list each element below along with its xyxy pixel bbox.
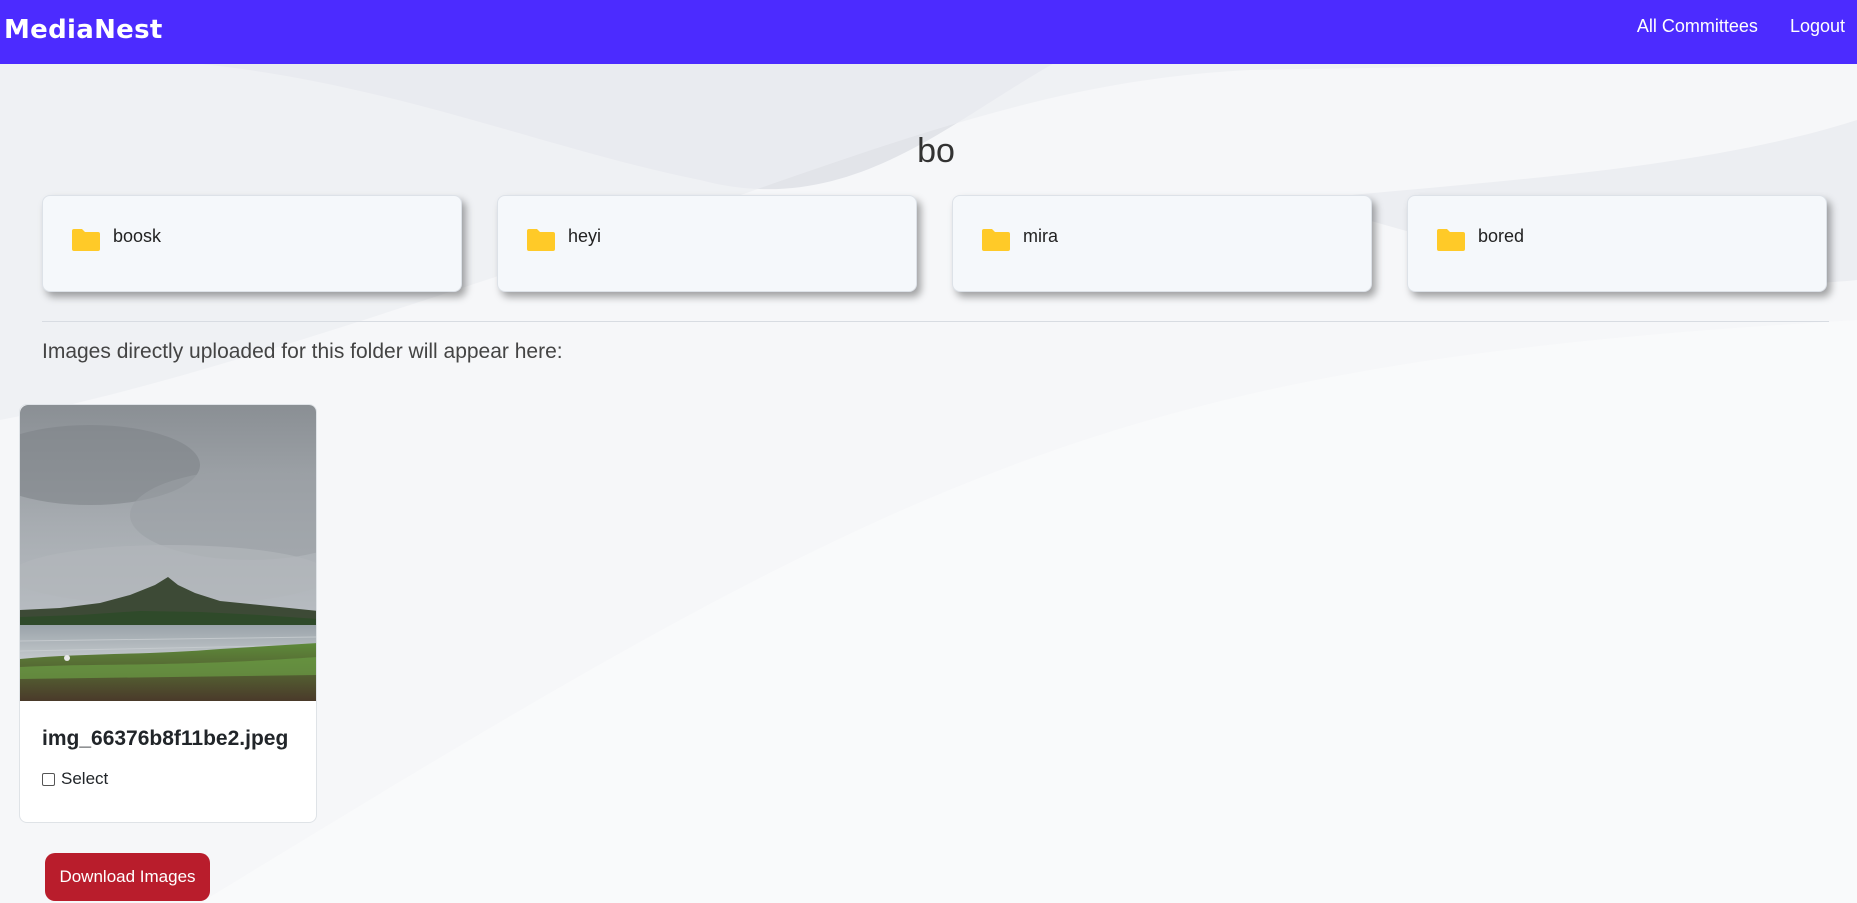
- section-divider: [42, 321, 1829, 322]
- subfolder-card-mira[interactable]: mira: [952, 195, 1372, 292]
- select-checkbox[interactable]: [42, 772, 55, 786]
- top-navbar: MediaNest All Committees Logout: [0, 0, 1857, 64]
- folder-icon: [1437, 229, 1465, 251]
- image-thumbnail[interactable]: [20, 405, 317, 701]
- subfolder-card-boosk[interactable]: boosk: [42, 195, 462, 292]
- subfolder-label: heyi: [568, 226, 602, 246]
- brand-logo[interactable]: MediaNest: [4, 15, 163, 45]
- nav-all-committees-link[interactable]: All Committees: [1637, 16, 1758, 37]
- select-label: Select: [61, 769, 109, 788]
- image-card: img_66376b8f11be2.jpeg Select: [19, 404, 317, 823]
- uploaded-images-note: Images directly uploaded for this folder…: [42, 340, 563, 363]
- subfolder-card-heyi[interactable]: heyi: [497, 195, 917, 292]
- image-select[interactable]: Select: [42, 769, 108, 789]
- main-content: bo boosk heyi mira bored Images directly…: [0, 64, 1857, 903]
- subfolder-label: mira: [1023, 226, 1058, 246]
- nav-links: All Committees Logout: [1637, 16, 1845, 37]
- folder-icon: [982, 229, 1010, 251]
- image-filename: img_66376b8f11be2.jpeg: [42, 727, 289, 750]
- folder-icon: [527, 229, 555, 251]
- subfolder-label: bored: [1478, 226, 1525, 246]
- download-images-button[interactable]: Download Images: [45, 853, 210, 901]
- folder-icon: [72, 229, 100, 251]
- subfolder-label: boosk: [113, 226, 162, 246]
- page-title: bo: [917, 132, 955, 170]
- nav-logout-link[interactable]: Logout: [1790, 16, 1845, 37]
- subfolder-card-bored[interactable]: bored: [1407, 195, 1827, 292]
